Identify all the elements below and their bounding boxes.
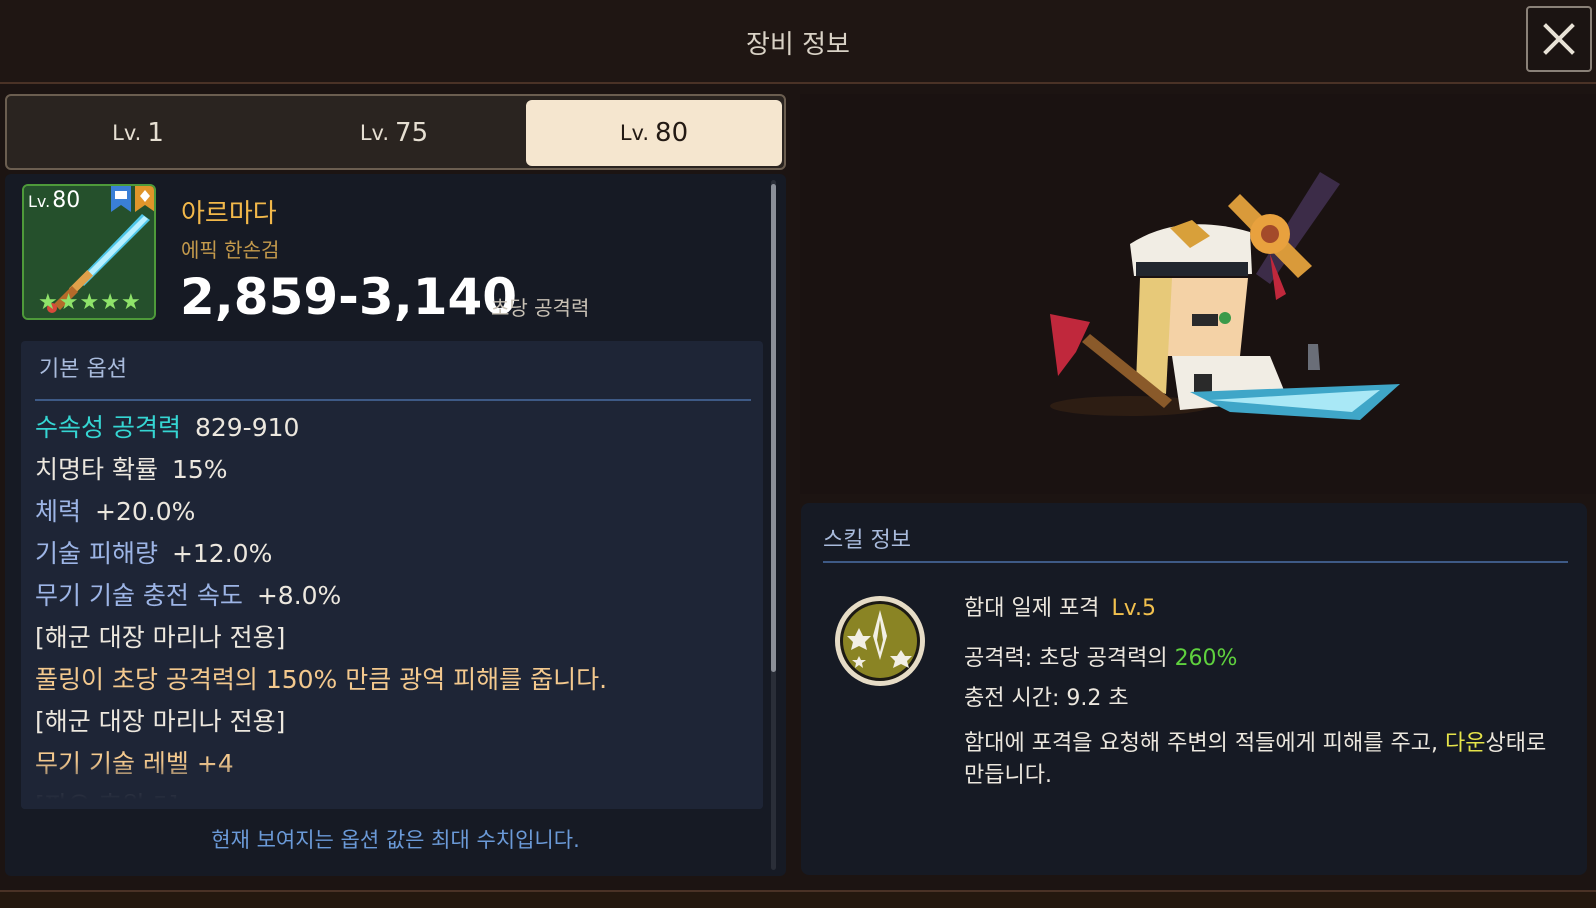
option-value: 15% bbox=[171, 455, 228, 484]
star-icon: ★ bbox=[120, 290, 141, 315]
option-key: 풀링이 초당 공격력의 150% 만큼 광역 피해를 줍니다. bbox=[35, 665, 608, 694]
icon-level-prefix: Lv. bbox=[28, 192, 51, 211]
option-line: 체력 +20.0% bbox=[35, 491, 755, 533]
close-icon bbox=[1543, 23, 1575, 55]
tab-prefix: Lv. bbox=[359, 121, 390, 145]
option-line: [해군 대장 마리나 전용] bbox=[35, 701, 755, 743]
skill-description: 함대에 포격을 요청해 주변의 적들에게 피해를 주고, 다운상태로 만듭니다. bbox=[964, 728, 1564, 792]
tab-value: 75 bbox=[395, 118, 429, 148]
option-key: 치명타 확률 bbox=[35, 455, 158, 484]
option-line: 풀링이 초당 공격력의 150% 만큼 광역 피해를 줍니다. bbox=[35, 659, 755, 701]
star-rating: ★ ★ ★ ★ ★ bbox=[38, 292, 141, 314]
option-line: 무기 기술 충전 속도 +8.0% bbox=[35, 575, 755, 617]
tab-prefix: Lv. bbox=[619, 121, 650, 145]
skill-icon bbox=[835, 596, 925, 686]
skill-divider bbox=[823, 561, 1568, 563]
title-bar: 장비 정보 bbox=[0, 0, 1596, 84]
star-icon: ★ bbox=[38, 290, 58, 315]
skill-name: 함대 일제 포격 Lv.5 bbox=[964, 590, 1156, 622]
star-icon: ★ bbox=[58, 290, 79, 315]
skill-name-text: 함대 일제 포격 bbox=[964, 596, 1100, 621]
option-value: 829-910 bbox=[194, 413, 300, 442]
item-type: 에픽 한손검 bbox=[181, 238, 280, 262]
level-tabs: Lv. 1 Lv. 75 Lv. 80 bbox=[5, 94, 786, 170]
close-button[interactable] bbox=[1526, 6, 1592, 72]
tab-prefix: Lv. bbox=[112, 121, 142, 145]
option-line: 기술 피해량 +12.0% bbox=[35, 533, 755, 575]
icon-level: Lv.80 bbox=[28, 188, 80, 213]
bottom-border bbox=[0, 890, 1596, 908]
option-key: 체력 bbox=[35, 497, 82, 526]
option-key: 기술 피해량 bbox=[35, 539, 158, 568]
tab-value: 80 bbox=[655, 118, 689, 148]
option-value: +20.0% bbox=[95, 497, 196, 526]
tab-lv-75[interactable]: Lv. 75 bbox=[269, 100, 519, 166]
option-value: +12.0% bbox=[171, 539, 273, 568]
tab-lv-1[interactable]: Lv. 1 bbox=[13, 100, 263, 166]
skill-attack-value: 260% bbox=[1174, 646, 1238, 671]
tab-value: 1 bbox=[147, 118, 164, 148]
character-sprite-icon bbox=[1050, 172, 1400, 420]
weapon-icon: Lv.80 ★ ★ ★ ★ ★ bbox=[22, 184, 156, 320]
option-line: [해군 대장 마리나 전용] bbox=[35, 617, 755, 659]
window-title: 장비 정보 bbox=[746, 30, 850, 60]
item-attack: 2,859-3,140 bbox=[180, 268, 518, 326]
bookmark-badge-icon bbox=[111, 186, 131, 212]
skill-panel bbox=[801, 503, 1587, 875]
max-value-notice: 현재 보여지는 옵션 값은 최대 수치입니다. bbox=[211, 828, 580, 852]
skill-attack: 공격력: 초당 공격력의 260% bbox=[964, 640, 1237, 672]
option-key: [해군 대장 마리나 전용] bbox=[35, 707, 286, 736]
item-attack-label: 초당 공격력 bbox=[491, 296, 590, 320]
character-preview bbox=[800, 94, 1596, 494]
option-line: 치명타 확률 15% bbox=[35, 449, 755, 491]
options-box: 기본 옵션 수속성 공격력 829-910 치명타 확률 15% 체력 +20.0% … bbox=[21, 341, 763, 809]
skill-level: Lv.5 bbox=[1111, 596, 1156, 621]
option-line: 수속성 공격력 829-910 bbox=[35, 407, 755, 449]
skill-desc-text: 함대에 포격을 요청해 주변의 적들에게 피해를 주고, bbox=[964, 731, 1445, 756]
star-icon: ★ bbox=[100, 290, 120, 315]
equipment-info-window: 장비 정보 Lv. 1 Lv. 75 Lv. 80 Lv.80 ★ ★ ★ ★ … bbox=[0, 0, 1596, 908]
skill-title: 스킬 정보 bbox=[823, 528, 911, 553]
scrollbar-thumb[interactable] bbox=[771, 184, 776, 672]
options-fade bbox=[21, 761, 763, 809]
options-title: 기본 옵션 bbox=[39, 357, 127, 382]
skill-desc-highlight: 다운 bbox=[1445, 731, 1486, 756]
option-key: 수속성 공격력 bbox=[35, 413, 181, 442]
skill-attack-label: 공격력: 초당 공격력의 bbox=[964, 646, 1168, 671]
options-list: 수속성 공격력 829-910 치명타 확률 15% 체력 +20.0% 기술 피해량… bbox=[35, 407, 755, 809]
icon-level-value: 80 bbox=[52, 188, 81, 213]
tab-lv-80[interactable]: Lv. 80 bbox=[526, 100, 782, 166]
option-key: [해군 대장 마리나 전용] bbox=[35, 623, 286, 652]
star-icon: ★ bbox=[79, 290, 100, 315]
options-divider bbox=[35, 399, 751, 401]
option-key: 무기 기술 충전 속도 bbox=[35, 581, 243, 610]
option-value: +8.0% bbox=[256, 581, 342, 610]
awaken-badge-icon bbox=[135, 186, 154, 212]
skill-charge-time: 충전 시간: 9.2 초 bbox=[964, 686, 1129, 711]
item-name: 아르마다 bbox=[181, 199, 277, 229]
